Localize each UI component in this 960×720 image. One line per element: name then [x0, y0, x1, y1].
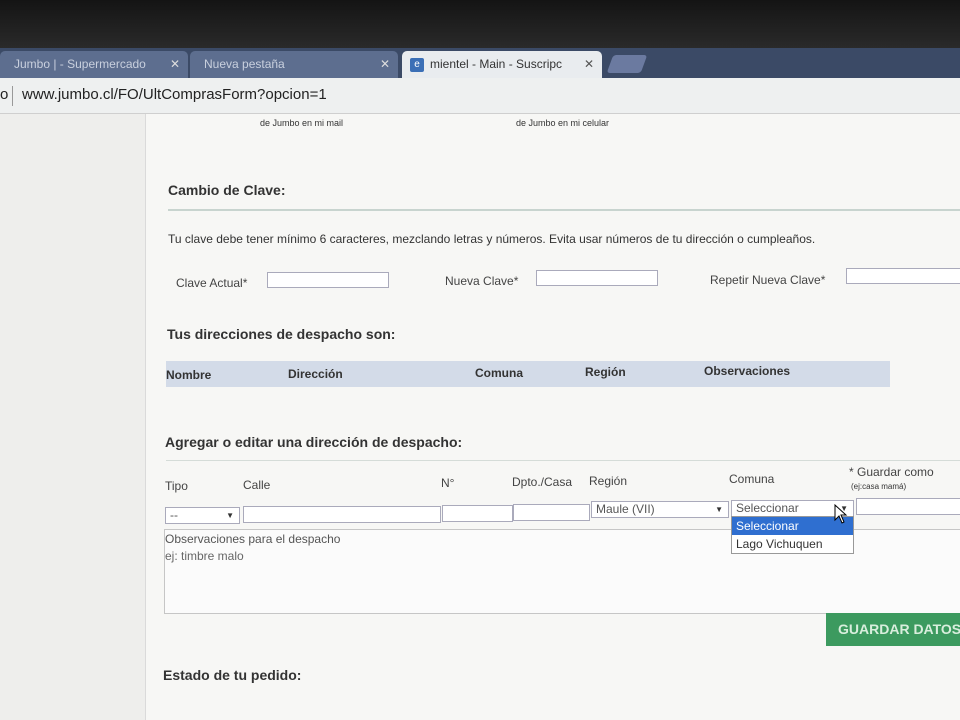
column-header: Región: [585, 365, 626, 379]
region-label: Región: [589, 474, 628, 488]
screen-top-bezel: [0, 0, 960, 48]
url-prefix: o: [0, 86, 9, 103]
tab-nueva-pestana[interactable]: Nueva pestaña ✕: [190, 51, 398, 78]
observaciones-placeholder: ej: timbre malo: [165, 549, 244, 563]
observaciones-label: Observaciones para el despacho: [165, 532, 341, 546]
direcciones-table-header: Nombre Dirección Comuna Región Observaci…: [166, 361, 890, 387]
numero-label: N°: [441, 476, 455, 490]
tipo-select[interactable]: -- ▼: [165, 507, 240, 524]
tab-label: Jumbo | - Supermercado: [14, 57, 146, 71]
clave-actual-label: Clave Actual*: [176, 276, 248, 290]
dropdown-option[interactable]: Lago Vichuquen: [732, 535, 853, 553]
column-header: Observaciones: [704, 364, 791, 378]
browser-toolbar: o www.jumbo.cl/FO/UltComprasForm?opcion=…: [0, 78, 960, 114]
tab-label: mientel - Main - Suscripc: [430, 57, 563, 71]
dpto-label: Dpto./Casa: [512, 475, 573, 489]
close-icon[interactable]: ✕: [170, 51, 180, 78]
tab-mientel[interactable]: e mientel - Main - Suscripc ✕: [402, 51, 602, 78]
comuna-selected-value: Seleccionar: [736, 501, 799, 515]
direcciones-title: Tus direcciones de despacho son:: [167, 326, 396, 342]
column-header: Comuna: [475, 366, 523, 380]
tab-jumbo[interactable]: Jumbo | - Supermercado ✕: [0, 51, 188, 78]
guardar-datos-button[interactable]: GUARDAR DATOS: [826, 613, 960, 646]
celular-note: de Jumbo en mi celular: [516, 118, 610, 128]
agregar-title: Agregar o editar una dirección de despac…: [165, 434, 463, 450]
close-icon[interactable]: ✕: [380, 51, 390, 78]
browser-tab-strip: Jumbo | - Supermercado ✕ Nueva pestaña ✕…: [0, 48, 960, 78]
tab-label: Nueva pestaña: [204, 57, 285, 71]
nueva-clave-label: Nueva Clave*: [445, 274, 519, 288]
repetir-clave-label: Repetir Nueva Clave*: [710, 273, 826, 287]
chevron-down-icon: ▼: [226, 511, 234, 520]
cambio-clave-title: Cambio de Clave:: [168, 182, 286, 198]
close-icon[interactable]: ✕: [584, 51, 594, 78]
region-selected-value: Maule (VII): [596, 502, 655, 516]
clave-actual-input[interactable]: [267, 272, 389, 288]
column-header: Nombre: [166, 368, 212, 382]
chevron-down-icon: ▼: [715, 505, 723, 514]
calle-label: Calle: [243, 478, 271, 492]
nueva-clave-input[interactable]: [536, 270, 658, 286]
repetir-clave-input[interactable]: [846, 268, 960, 284]
comuna-label: Comuna: [729, 472, 775, 486]
ie-favicon-icon: e: [410, 57, 424, 72]
url-separator: [12, 86, 13, 106]
new-tab-button[interactable]: [606, 55, 648, 73]
dpto-input[interactable]: [513, 504, 590, 521]
numero-input[interactable]: [442, 505, 513, 522]
address-bar[interactable]: www.jumbo.cl/FO/UltComprasForm?opcion=1: [22, 86, 327, 103]
password-instructions: Tu clave debe tener mínimo 6 caracteres,…: [168, 232, 816, 246]
calle-input[interactable]: [243, 506, 441, 523]
mouse-cursor-icon: [834, 504, 848, 524]
tipo-label: Tipo: [165, 479, 188, 493]
column-header: Dirección: [288, 367, 343, 381]
guardar-como-input[interactable]: [856, 498, 960, 515]
page-background: de Jumbo en mi mail de Jumbo en mi celul…: [0, 114, 960, 720]
section-divider: [168, 209, 960, 211]
estado-pedido-title: Estado de tu pedido:: [163, 667, 302, 683]
guardar-como-hint: (ej:casa mamá): [851, 482, 907, 491]
mail-note: de Jumbo en mi mail: [260, 118, 344, 128]
tipo-selected-value: --: [170, 508, 178, 522]
section-divider: [166, 460, 960, 461]
region-select[interactable]: Maule (VII) ▼: [591, 501, 729, 518]
account-form-panel: de Jumbo en mi mail de Jumbo en mi celul…: [145, 114, 960, 720]
guardar-como-label: * Guardar como: [849, 465, 934, 479]
